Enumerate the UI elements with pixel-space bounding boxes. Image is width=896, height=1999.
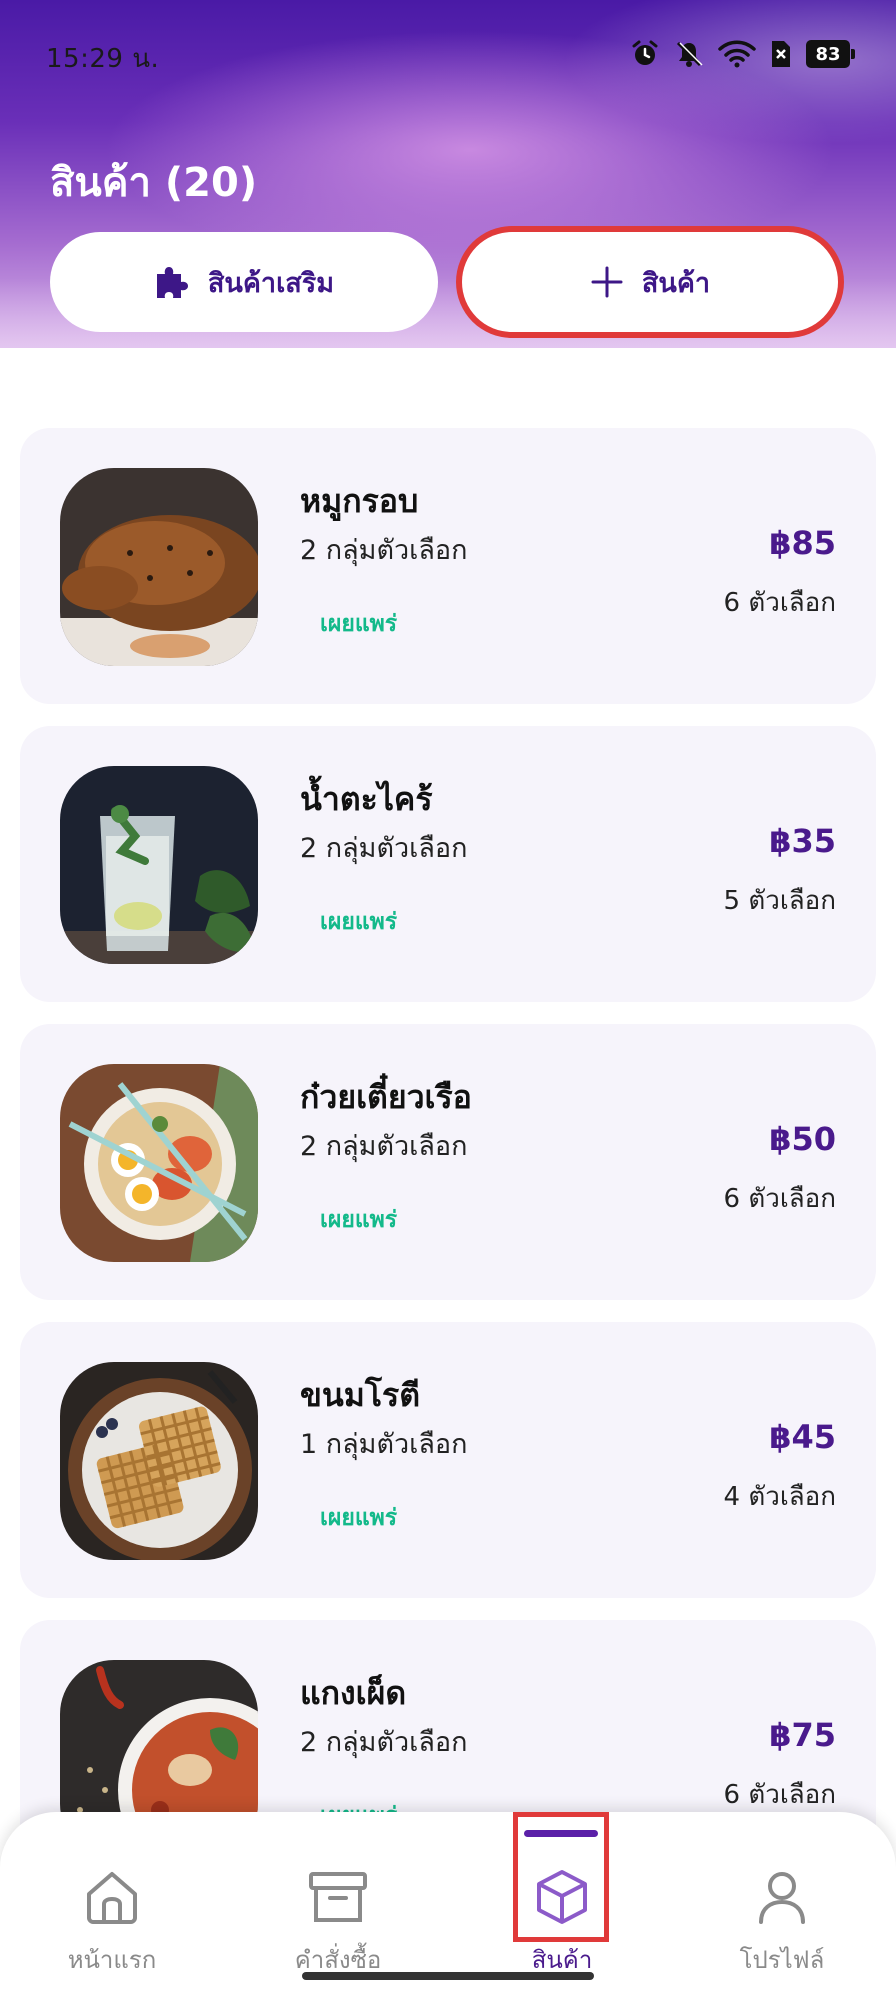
product-card[interactable]: หมูกรอบ 2 กลุ่มตัวเลือก เผยแพร่ ฿85 6 ตั… (20, 428, 876, 704)
product-price: ฿35 (769, 822, 836, 860)
bottom-nav: หน้าแรก คำสั่งซื้อ สินค้า โปรไฟล์ (0, 1812, 896, 1999)
product-status: เผยแพร่ (320, 611, 398, 637)
user-icon (759, 1872, 805, 1924)
battery-icon: 83 (806, 40, 855, 68)
nav-orders[interactable]: คำสั่งซื้อ (258, 1850, 418, 1980)
product-card[interactable]: ขนมโรตี 1 กลุ่มตัวเลือก เผยแพร่ ฿45 4 ตั… (20, 1322, 876, 1598)
product-option-groups: 1 กลุ่มตัวเลือก (300, 1429, 468, 1460)
drink-image (60, 766, 258, 964)
product-status: เผยแพร่ (320, 1505, 398, 1531)
nav-profile[interactable]: โปรไฟล์ (702, 1850, 862, 1980)
nav-active-indicator (524, 1830, 598, 1837)
mute-icon (676, 41, 703, 67)
product-price: ฿50 (769, 1120, 836, 1158)
product-image (60, 1064, 258, 1262)
product-image (60, 1362, 258, 1560)
roast-image (60, 468, 258, 666)
nav-profile-label: โปรไฟล์ (739, 1946, 825, 1974)
product-card[interactable]: น้ำตะไคร้ 2 กลุ่มตัวเลือก เผยแพร่ ฿35 5 … (20, 726, 876, 1002)
product-name: ขนมโรตี (300, 1376, 420, 1414)
product-price: ฿45 (769, 1418, 836, 1456)
sim-icon (772, 41, 790, 67)
status-icons: 83 (630, 34, 855, 74)
nav-home[interactable]: หน้าแรก (32, 1850, 192, 1980)
addon-products-label: สินค้าเสริม (207, 267, 335, 299)
addon-products-button[interactable]: สินค้าเสริม (50, 232, 438, 332)
product-name: หมูกรอบ (300, 482, 419, 520)
plus-icon (591, 266, 623, 298)
product-price: ฿85 (769, 524, 836, 562)
waffle-image (60, 1362, 258, 1560)
noodle-image (60, 1064, 258, 1262)
product-card[interactable]: ก๋วยเตี๋ยวเรือ 2 กลุ่มตัวเลือก เผยแพร่ ฿… (20, 1024, 876, 1300)
product-name: ก๋วยเตี๋ยวเรือ (300, 1078, 472, 1116)
product-option-count: 6 ตัวเลือก (723, 588, 836, 618)
nav-products[interactable]: สินค้า (482, 1850, 642, 1980)
product-image (60, 766, 258, 964)
product-option-groups: 2 กลุ่มตัวเลือก (300, 1727, 468, 1758)
product-list: หมูกรอบ 2 กลุ่มตัวเลือก เผยแพร่ ฿85 6 ตั… (20, 428, 876, 1918)
status-bar: 15:29 น. 83 (0, 32, 896, 76)
wifi-icon (718, 40, 756, 68)
status-time: 15:29 น. (46, 44, 160, 74)
product-option-groups: 2 กลุ่มตัวเลือก (300, 833, 468, 864)
box-icon (537, 1870, 587, 1924)
product-status: เผยแพร่ (320, 1207, 398, 1233)
product-option-count: 6 ตัวเลือก (723, 1184, 836, 1214)
product-image (60, 468, 258, 666)
product-option-count: 5 ตัวเลือก (723, 886, 836, 916)
product-name: แกงเผ็ด (300, 1674, 407, 1712)
nav-home-label: หน้าแรก (67, 1946, 157, 1974)
battery-level: 83 (815, 43, 841, 65)
product-status: เผยแพร่ (320, 909, 398, 935)
home-indicator (302, 1972, 594, 1980)
product-option-groups: 2 กลุ่มตัวเลือก (300, 1131, 468, 1162)
home-icon (87, 1872, 137, 1924)
product-option-count: 4 ตัวเลือก (723, 1482, 836, 1512)
page-title: สินค้า (20) (50, 160, 258, 206)
alarm-icon (632, 40, 658, 65)
add-product-button[interactable]: สินค้า (462, 232, 838, 332)
puzzle-icon (156, 267, 188, 298)
add-product-label: สินค้า (641, 267, 711, 299)
product-price: ฿75 (769, 1716, 836, 1754)
product-option-groups: 2 กลุ่มตัวเลือก (300, 535, 468, 566)
product-option-count: 6 ตัวเลือก (723, 1780, 836, 1810)
product-name: น้ำตะไคร้ (300, 780, 433, 818)
archive-icon (309, 1872, 367, 1922)
